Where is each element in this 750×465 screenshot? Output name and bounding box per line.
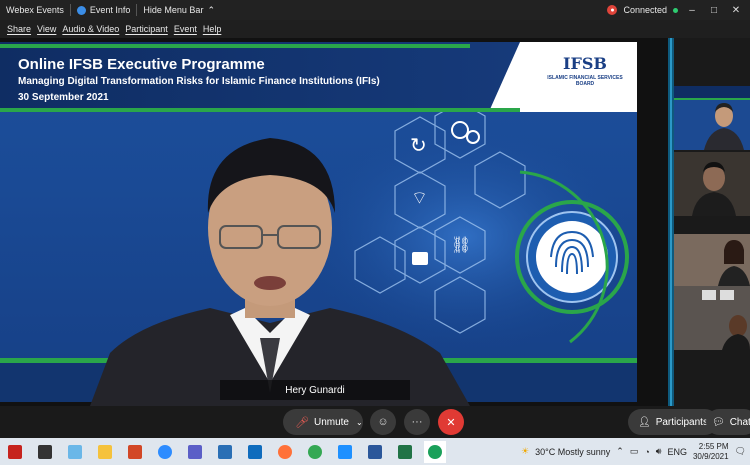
participant-thumbnail[interactable] [674, 152, 750, 216]
menu-share[interactable]: Share [4, 24, 34, 34]
firefox-icon[interactable] [274, 441, 296, 463]
unmute-button[interactable]: 🎤︎ Unmute ⌄ [283, 409, 363, 435]
weather-icon: ☀ [521, 446, 530, 456]
menu-help[interactable]: Help [200, 24, 225, 34]
emoji-icon: ☺ [377, 416, 389, 428]
maximize-button[interactable]: □ [706, 5, 722, 16]
chat-icon: 💬︎ [712, 416, 725, 428]
event-info-button[interactable]: Event Info [71, 0, 137, 20]
clock-time: 2:55 PM [698, 441, 729, 451]
clock[interactable]: 2:55 PM 30/9/2021 [693, 442, 729, 462]
store-icon[interactable] [34, 441, 56, 463]
webex-icon[interactable] [424, 440, 446, 463]
clock-date: 30/9/2021 [692, 451, 729, 461]
participant-thumbnails [674, 38, 750, 406]
ifsb-logo: IFSB ISLAMIC FINANCIAL SERVICES BOARD [540, 54, 630, 87]
menu-bar: Share View Audio & Video Participant Eve… [0, 20, 750, 38]
meeting-controls: 🎤︎ Unmute ⌄ ☺ ··· ✕ 👤︎ Participants 💬︎ C… [0, 406, 750, 438]
logo-mark: IFSB [563, 54, 607, 73]
app-icon[interactable] [214, 441, 236, 463]
hide-menu-bar-button[interactable]: Hide Menu Bar ⌃ [137, 0, 221, 20]
speaker-name-tag: Hery Gunardi [220, 380, 410, 400]
powerpoint-icon[interactable] [124, 441, 146, 463]
language-indicator[interactable]: ENG [667, 447, 687, 457]
zoom-icon[interactable] [154, 441, 176, 463]
participant-video [674, 234, 750, 286]
logo-name: ISLAMIC FINANCIAL SERVICES BOARD [547, 75, 623, 87]
menu-view[interactable]: View [34, 24, 59, 34]
notification-icon[interactable]: 🗨︎ [735, 446, 746, 457]
outlook-icon[interactable] [244, 441, 266, 463]
weather-text[interactable]: 30°C Mostly sunny [535, 447, 610, 457]
slide-title: Online IFSB Executive Programme [18, 56, 265, 73]
unmute-label: Unmute [313, 416, 349, 428]
app-title: Webex Events [6, 5, 64, 15]
chrome-icon[interactable] [304, 441, 326, 463]
header-accent-line [0, 44, 470, 48]
app-icon[interactable] [64, 441, 86, 463]
volume-icon[interactable]: 🔊︎ [656, 446, 662, 457]
minimize-button[interactable]: – [684, 5, 700, 16]
more-options-button[interactable]: ··· [404, 409, 430, 435]
chevron-up-icon: ⌃ [207, 4, 215, 15]
participant-video [674, 86, 750, 150]
acrobat-icon[interactable] [4, 441, 26, 463]
close-icon: ✕ [446, 416, 456, 429]
connection-status: Connected [623, 5, 667, 15]
menu-event[interactable]: Event [171, 24, 200, 34]
leave-button[interactable]: ✕ [438, 409, 464, 435]
title-bar: Webex Events Event Info Hide Menu Bar ⌃ … [0, 0, 750, 20]
participants-label: Participants [655, 416, 708, 428]
more-icon: ··· [411, 416, 423, 428]
connection-icon: ● [607, 5, 618, 15]
info-icon [76, 5, 86, 15]
participants-button[interactable]: 👤︎ Participants [628, 409, 718, 435]
file-explorer-icon[interactable] [94, 441, 116, 463]
chat-button[interactable]: 💬︎ Chat [706, 409, 750, 435]
hide-menu-label: Hide Menu Bar [143, 5, 204, 15]
network-icon[interactable]: ◔ [644, 447, 649, 457]
speaker-video [90, 138, 470, 406]
person-icon: 👤︎ [638, 416, 651, 428]
participant-video [674, 152, 750, 216]
close-button[interactable]: ✕ [728, 5, 744, 16]
chevron-up-icon[interactable]: ⌃ [616, 446, 624, 457]
word-icon[interactable] [364, 441, 386, 463]
teams-icon[interactable] [184, 441, 206, 463]
app-icon[interactable] [334, 441, 356, 463]
chat-label: Chat [729, 416, 750, 428]
system-tray: ☀ 30°C Mostly sunny ⌃ ▭ ◔ 🔊︎ ENG 2:55 PM… [521, 438, 746, 465]
reactions-button[interactable]: ☺ [370, 409, 396, 435]
speaker-name: Hery Gunardi [285, 384, 345, 396]
event-info-label: Event Info [89, 5, 131, 15]
participant-video [674, 286, 750, 350]
muted-mic-icon: 🎤︎ [295, 416, 309, 429]
menu-participant[interactable]: Participant [122, 24, 171, 34]
excel-icon[interactable] [394, 441, 416, 463]
participant-thumbnail[interactable] [674, 86, 750, 150]
app-name: Webex Events [0, 0, 70, 20]
slide-subtitle: Managing Digital Transformation Risks fo… [18, 76, 380, 87]
windows-taskbar: ☀ 30°C Mostly sunny ⌃ ▭ ◔ 🔊︎ ENG 2:55 PM… [0, 438, 750, 465]
battery-icon[interactable]: ▭ [630, 446, 639, 457]
status-dot [673, 7, 678, 13]
chevron-down-icon[interactable]: ⌄ [356, 418, 363, 427]
participant-thumbnail[interactable] [674, 286, 750, 350]
menu-audio-video[interactable]: Audio & Video [59, 24, 122, 34]
main-video-stage[interactable]: ↻ ⌔ ⛓ Online IFSB Executive Programme Ma… [0, 38, 668, 406]
